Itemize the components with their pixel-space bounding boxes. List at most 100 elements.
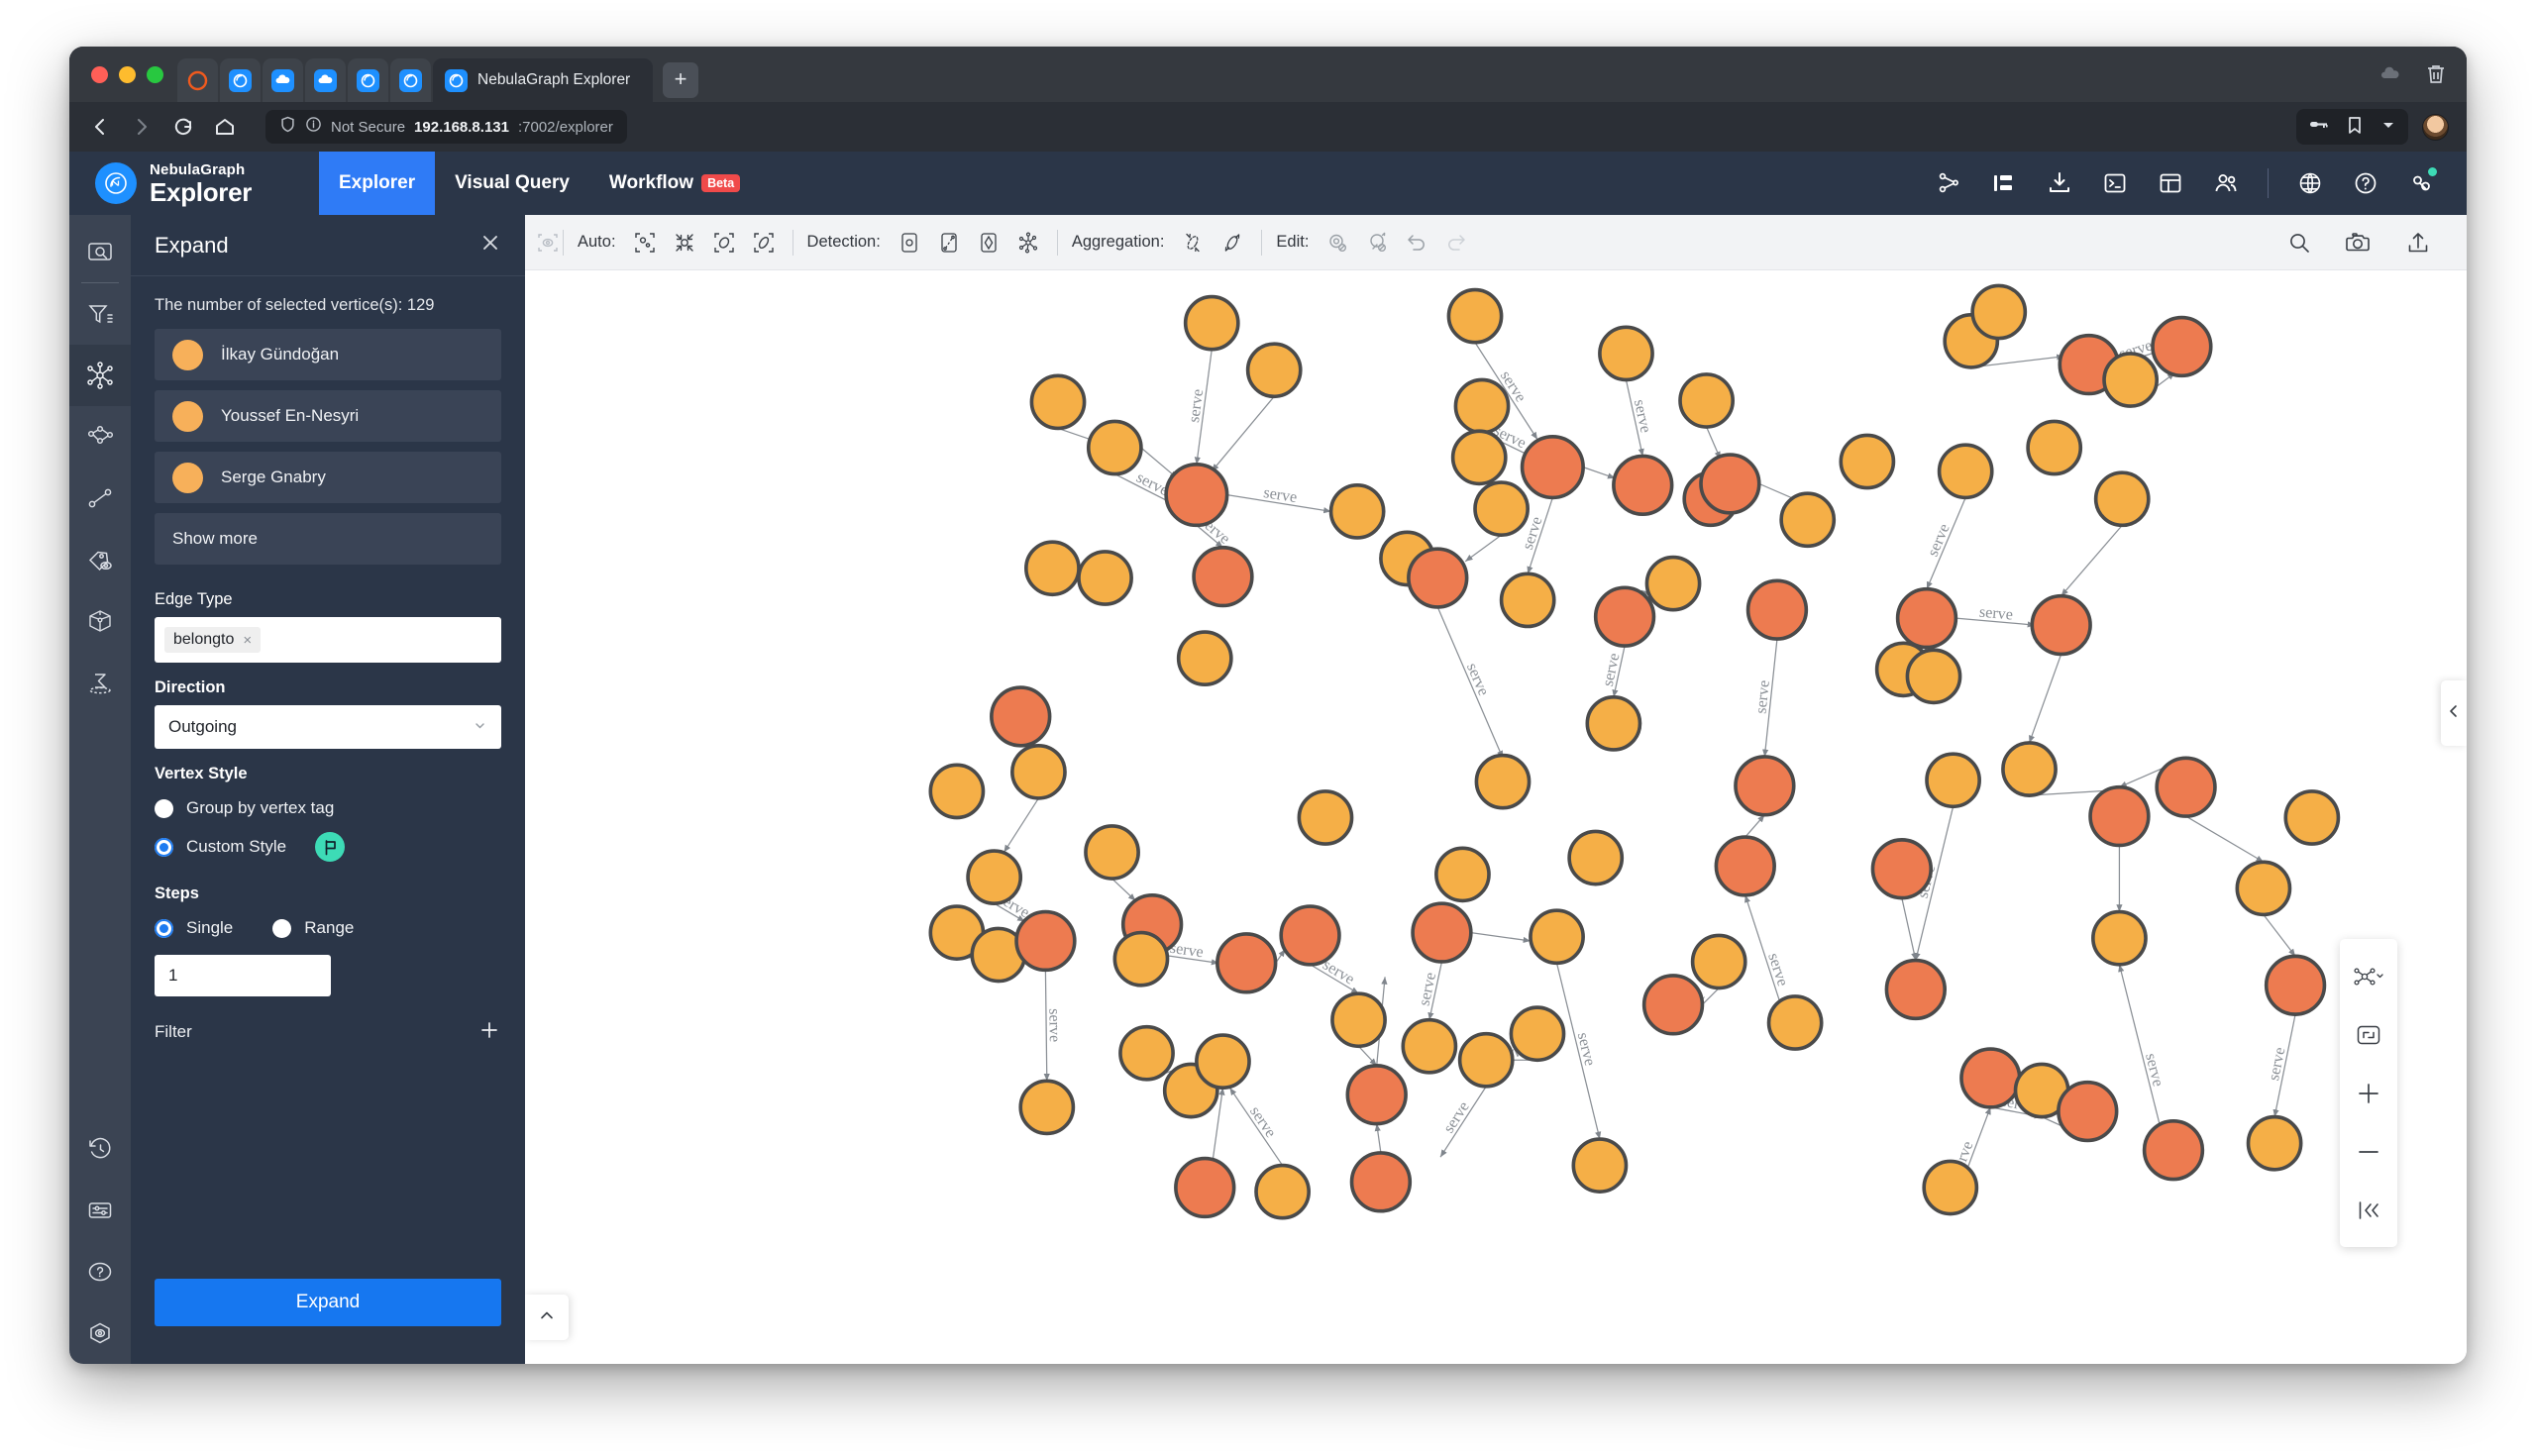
app-logo[interactable]: NebulaGraph Explorer — [95, 162, 319, 205]
expand-button[interactable]: Expand — [155, 1279, 501, 1326]
graph-node[interactable] — [1174, 1156, 1236, 1219]
tab-visual-query[interactable]: Visual Query — [435, 152, 589, 215]
frame-node-icon[interactable] — [709, 228, 739, 258]
close-icon[interactable] — [479, 232, 501, 259]
graph-node[interactable] — [1641, 974, 1705, 1036]
upload-icon[interactable] — [2403, 228, 2433, 258]
graph-node[interactable] — [1937, 443, 1994, 500]
graph-edge[interactable] — [1744, 814, 1765, 838]
forward-arrow-icon[interactable] — [129, 114, 155, 140]
graph-node[interactable] — [1585, 694, 1642, 752]
graph-node[interactable] — [1895, 586, 1958, 650]
radio-button-single[interactable] — [155, 918, 173, 938]
graph-node[interactable] — [2102, 352, 2160, 408]
sidebar-item-history[interactable] — [69, 1118, 131, 1180]
graph-node[interactable] — [928, 763, 986, 820]
zoom-in-button[interactable] — [2340, 1064, 2397, 1122]
graph-node[interactable] — [1499, 572, 1556, 629]
graph-node[interactable] — [1457, 1031, 1515, 1089]
graph-node[interactable] — [966, 849, 1023, 906]
layout-picker-button[interactable] — [2340, 947, 2397, 1005]
graph-node[interactable] — [1598, 325, 1654, 382]
graph-edge[interactable] — [1901, 897, 1918, 961]
graph-edge[interactable] — [2185, 815, 2265, 863]
sidebar-item-share-path[interactable] — [69, 406, 131, 468]
browser-tab[interactable] — [305, 58, 346, 102]
aggregate-in-icon[interactable] — [1178, 228, 1208, 258]
radio-custom-style[interactable]: Custom Style — [131, 825, 525, 869]
graph-node[interactable] — [1699, 453, 1761, 515]
graph-node[interactable] — [1407, 547, 1469, 609]
graph-node[interactable] — [1571, 1137, 1629, 1194]
sidebar-item-filter[interactable] — [69, 283, 131, 345]
sidebar-item-tag-view[interactable] — [69, 529, 131, 590]
graph-node[interactable] — [1922, 1159, 1979, 1216]
tab-explorer[interactable]: Explorer — [319, 152, 436, 215]
graph-node[interactable] — [1330, 991, 1387, 1049]
list-item[interactable]: İlkay Gündoğan — [155, 329, 501, 380]
new-tab-button[interactable]: + — [663, 62, 698, 98]
graph-edge[interactable] — [1582, 467, 1616, 479]
graph-node[interactable] — [1349, 1151, 1413, 1213]
graph-node[interactable] — [2088, 784, 2151, 848]
graph-edge[interactable] — [2060, 524, 2123, 597]
graph-node[interactable] — [1959, 1047, 2022, 1109]
sidebar-item-search-vertex[interactable] — [69, 221, 131, 282]
graph-rendering[interactable]: serve serve serve serve serve serve serve serve… — [525, 270, 2467, 1364]
graph-node[interactable] — [1086, 419, 1143, 476]
graph-node[interactable] — [1529, 908, 1585, 966]
radio-group-by-vertex-tag[interactable]: Group by vertex tag — [131, 791, 525, 825]
graph-node-icon[interactable] — [1935, 169, 1962, 197]
graph-node[interactable] — [1112, 930, 1170, 988]
graph-node[interactable] — [1970, 283, 2028, 341]
browser-tab[interactable] — [263, 58, 303, 102]
graph-node[interactable] — [1010, 743, 1067, 800]
frame-edge-icon[interactable] — [749, 228, 779, 258]
graph-node[interactable] — [1183, 294, 1240, 352]
graph-edge[interactable] — [1111, 878, 1136, 901]
graph-edge[interactable] — [1706, 426, 1722, 460]
rect-path-icon[interactable] — [934, 228, 964, 258]
hierarchy-icon[interactable] — [1990, 169, 2018, 197]
community-icon[interactable] — [1013, 228, 1043, 258]
graph-node[interactable] — [2155, 756, 2217, 818]
globe-icon[interactable] — [2296, 169, 2324, 197]
maximize-window-button[interactable] — [147, 65, 163, 83]
graph-node[interactable] — [1690, 933, 1747, 990]
tab-workflow[interactable]: Workflow Beta — [589, 152, 760, 215]
close-window-button[interactable] — [91, 65, 108, 83]
graph-node[interactable] — [1254, 1163, 1311, 1220]
rect-circle-icon[interactable] — [895, 228, 924, 258]
graph-node[interactable] — [2001, 741, 2058, 797]
search-icon[interactable] — [2284, 228, 2314, 258]
graph-node[interactable] — [1474, 753, 1532, 810]
graph-node[interactable] — [1446, 287, 1504, 345]
graph-node[interactable] — [1084, 824, 1140, 881]
graph-node[interactable] — [1453, 377, 1511, 435]
steps-input[interactable]: 1 — [155, 955, 331, 996]
trash-icon[interactable] — [2423, 61, 2449, 92]
sidebar-item-profile[interactable] — [69, 1302, 131, 1364]
remove-vertex-icon[interactable] — [1322, 228, 1352, 258]
list-item[interactable]: Youssef En-Nesyri — [155, 390, 501, 442]
collapse-right-panel-button[interactable] — [2441, 680, 2467, 746]
toggle-labels-icon[interactable] — [533, 228, 563, 258]
undo-icon[interactable] — [1402, 228, 1431, 258]
graph-node[interactable] — [1118, 1024, 1175, 1082]
reload-icon[interactable] — [170, 114, 196, 140]
graph-node[interactable] — [1839, 433, 1896, 490]
graph-node[interactable] — [1734, 755, 1796, 817]
sidebar-item-edge[interactable] — [69, 468, 131, 529]
graph-node[interactable] — [2026, 419, 2083, 476]
browser-tab[interactable] — [348, 58, 388, 102]
graph-node[interactable] — [1884, 958, 1948, 1021]
flag-icon[interactable] — [315, 832, 346, 862]
graph-node[interactable] — [1029, 373, 1087, 431]
graph-node[interactable] — [2030, 593, 2092, 657]
radio-button[interactable] — [155, 798, 173, 818]
show-more-button[interactable]: Show more — [155, 513, 501, 565]
graph-node[interactable] — [1593, 585, 1656, 648]
diamond-icon[interactable] — [974, 228, 1004, 258]
sidebar-item-help[interactable] — [69, 1241, 131, 1302]
graph-node[interactable] — [1215, 932, 1278, 994]
